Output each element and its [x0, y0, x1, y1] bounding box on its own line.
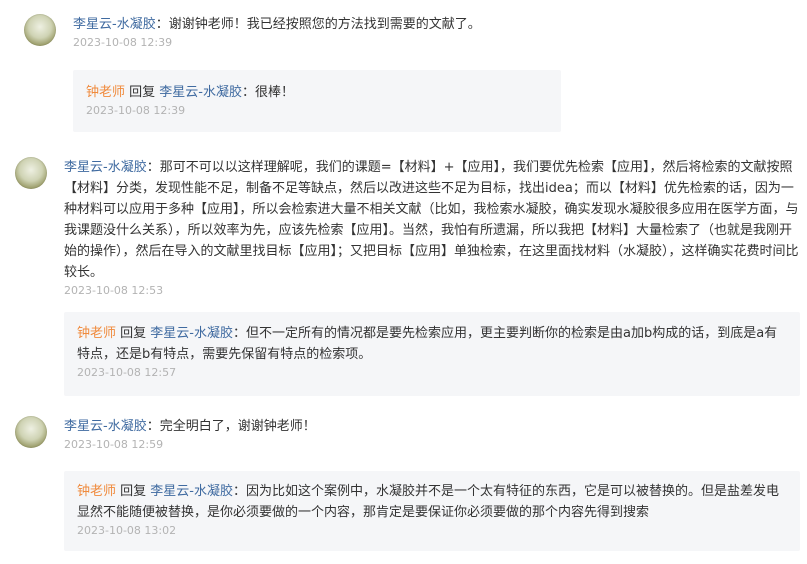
reply-box-3: 钟老师 回复 李星云-水凝胶：因为比如这个案例中，水凝胶并不是一个太有特征的东西… [64, 471, 800, 551]
reply-timestamp: 2023-10-08 12:39 [86, 104, 186, 117]
reply-word: 回复 [116, 484, 151, 499]
comment-timestamp: 2023-10-08 12:59 [64, 438, 164, 451]
comment-timestamp: 2023-10-08 12:39 [73, 36, 173, 49]
comment-text: 谢谢钟老师！我已经按照您的方法找到需要的文献了。 [168, 17, 481, 32]
comment-separator: ： [146, 160, 160, 175]
reply-from[interactable]: 钟老师 [77, 326, 116, 341]
avatar[interactable] [15, 157, 47, 189]
comment-separator: ： [146, 419, 160, 434]
comment-text: 那可不可以以这样理解呢，我们的课题=【材料】+【应用】，我们要优先检索【应用】，… [64, 160, 799, 280]
reply-separator: ： [241, 85, 255, 100]
reply-to[interactable]: 李星云-水凝胶 [150, 326, 233, 341]
comment-separator: ： [155, 17, 169, 32]
reply-timestamp: 2023-10-08 13:02 [77, 524, 177, 537]
comment-author[interactable]: 李星云-水凝胶 [64, 160, 147, 175]
reply-timestamp: 2023-10-08 12:57 [77, 366, 177, 379]
avatar[interactable] [15, 416, 47, 448]
reply-text: 很棒！ [255, 85, 295, 100]
reply-to[interactable]: 李星云-水凝胶 [150, 484, 233, 499]
reply-word: 回复 [116, 326, 151, 341]
reply-box-2: 钟老师 回复 李星云-水凝胶：但不一定所有的情况都是要先检索应用，更主要判断你的… [64, 312, 800, 396]
comment-text: 完全明白了，谢谢钟老师！ [159, 419, 316, 434]
comment-timestamp: 2023-10-08 12:53 [64, 284, 164, 297]
reply-from[interactable]: 钟老师 [77, 484, 116, 499]
reply-to[interactable]: 李星云-水凝胶 [159, 85, 242, 100]
comment-1: 李星云-水凝胶：谢谢钟老师！我已经按照您的方法找到需要的文献了。 2023-10… [73, 14, 793, 51]
reply-separator: ： [232, 326, 246, 341]
reply-box-1: 钟老师 回复 李星云-水凝胶：很棒！ 2023-10-08 12:39 [73, 70, 561, 132]
comment-author[interactable]: 李星云-水凝胶 [64, 419, 147, 434]
avatar[interactable] [24, 14, 56, 46]
comment-author[interactable]: 李星云-水凝胶 [73, 17, 156, 32]
comment-3: 李星云-水凝胶：完全明白了，谢谢钟老师！ 2023-10-08 12:59 [64, 416, 802, 453]
comment-2: 李星云-水凝胶：那可不可以以这样理解呢，我们的课题=【材料】+【应用】，我们要优… [64, 157, 802, 299]
reply-from[interactable]: 钟老师 [86, 85, 125, 100]
reply-word: 回复 [125, 85, 160, 100]
reply-separator: ： [232, 484, 246, 499]
